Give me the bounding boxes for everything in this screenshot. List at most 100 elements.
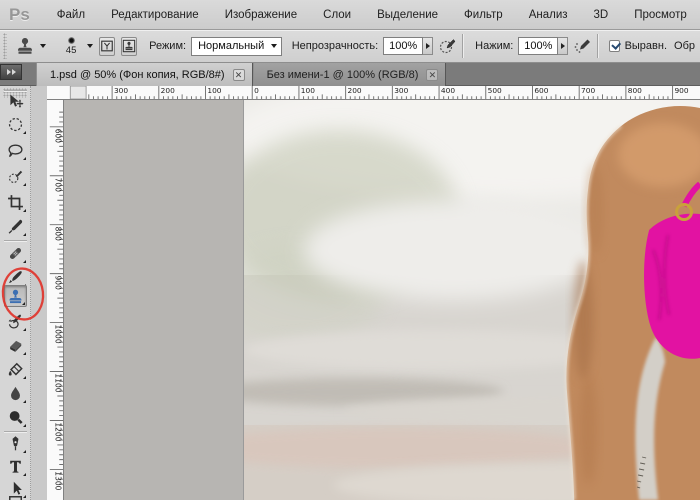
flyout-triangle-icon [23,424,26,427]
v-ruler-label: 1100 [53,373,62,392]
menu-item-3d[interactable]: 3D [581,3,622,27]
separator [597,34,599,58]
flow-input[interactable] [518,37,558,55]
collapse-panels-button[interactable] [0,64,22,80]
menu-item-view[interactable]: Просмотр [621,3,700,27]
menu-item-analysis[interactable]: Анализ [516,3,581,27]
brush-preset-picker[interactable]: 45 [60,37,93,56]
elliptical-marquee-tool[interactable] [4,113,27,135]
dodge-tool[interactable] [4,406,27,428]
tool-options-bar: 45 Режим: Нормальный Непрозрачность: [0,30,700,63]
h-ruler-label: 300 [114,86,128,95]
arrow-right-icon [426,43,430,49]
flyout-triangle-icon [23,376,26,379]
canvas-area[interactable] [64,100,700,500]
close-icon[interactable]: ✕ [233,69,245,81]
menu-item-layers[interactable]: Слои [310,3,364,27]
brush-icon [7,269,24,286]
menu-item-edit[interactable]: Редактирование [98,3,212,27]
history-brush-tool[interactable] [4,310,27,332]
vertical-ruler[interactable]: 6007008009001000110012001300 [47,100,64,500]
pen-icon [7,435,24,452]
lasso-tool[interactable] [4,139,27,161]
tablet-pressure-opacity-icon[interactable] [438,37,456,55]
flow-label: Нажим: [475,40,513,52]
h-ruler-label: 500 [488,86,502,95]
blur-icon [7,385,24,402]
lasso-icon [7,142,24,159]
pen-tool[interactable] [4,432,27,454]
brush-size-value: 45 [66,45,77,56]
tool-group-separator [4,431,27,432]
photoshop-window: { "menu": { "logo": "Ps", "items": ["Фай… [0,0,700,500]
crop-icon [7,194,24,211]
menu-item-image[interactable]: Изображение [212,3,310,27]
v-ruler-label: 900 [53,276,62,291]
rectangle-shape-tool[interactable] [4,491,27,500]
flyout-triangle-icon [23,352,26,355]
menu-item-file[interactable]: Файл [44,3,98,27]
double-arrow-right-icon [12,69,16,75]
chevron-down-icon [271,44,277,48]
v-ruler-label: 1000 [53,324,62,343]
opacity-input[interactable] [383,37,423,55]
quick-selection-tool[interactable] [4,165,27,187]
flyout-triangle-icon [23,400,26,403]
panel-gap [31,86,47,500]
tab-label: Без имени-1 @ 100% (RGB/8) [267,69,419,81]
eraser-tool[interactable] [4,334,27,356]
document-tab-2[interactable]: Без имени-1 @ 100% (RGB/8) ✕ [253,63,447,86]
crop-tool[interactable] [4,191,27,213]
tool-group-separator [4,90,27,91]
opacity-spinner[interactable] [423,37,433,55]
type-icon [7,458,24,475]
v-ruler-label: 1300 [53,471,62,490]
move-icon [7,93,24,110]
aligned-label: Выравн. [625,40,667,52]
mode-select[interactable]: Нормальный [191,37,282,56]
flyout-triangle-icon [23,183,26,186]
flyout-triangle-icon [22,302,25,305]
stamp-panel-icon [122,39,136,53]
tab-label: 1.psd @ 50% (Фон копия, RGB/8#) [50,69,225,81]
v-ruler-label: 800 [53,227,62,242]
chevron-down-icon [87,44,93,48]
menu-item-select[interactable]: Выделение [364,3,451,27]
blur-tool[interactable] [4,382,27,404]
h-ruler-label: 900 [674,86,688,95]
h-ruler-label: 0 [254,86,259,95]
toggle-brushes-panel-button[interactable] [121,37,137,56]
tool-group-separator [4,240,27,241]
ruler-corner [70,86,86,99]
type-tool[interactable] [4,455,27,477]
tool-preset-picker[interactable] [15,36,46,56]
options-grip[interactable] [3,33,7,59]
close-icon[interactable]: ✕ [426,69,438,81]
h-ruler-label: 300 [394,86,408,95]
dodge-icon [7,409,24,426]
flow-spinner[interactable] [558,37,568,55]
menu-item-filter[interactable]: Фильтр [451,3,516,27]
eyedropper-tool[interactable] [4,215,27,237]
arrow-right-icon [561,43,565,49]
eraser-icon [7,337,24,354]
aligned-checkbox[interactable] [609,40,619,52]
h-ruler-label: 800 [628,86,642,95]
mode-value: Нормальный [198,40,264,52]
clone-source-panel-icon [100,39,114,53]
spot-healing-brush-tool[interactable] [4,242,27,264]
brush-tip-icon: 45 [60,37,82,56]
mode-label: Режим: [149,40,186,52]
rectangle-shape-icon [7,494,24,500]
clone-stamp-tool[interactable] [4,285,27,307]
toggle-clone-source-panel-button[interactable] [99,37,115,56]
move-tool[interactable] [4,90,27,112]
beach-photo[interactable] [243,100,700,500]
h-ruler-label: 700 [581,86,595,95]
horizontal-ruler[interactable]: 3002001000100200300400500600700800900 [47,86,700,100]
document-tab-1[interactable]: 1.psd @ 50% (Фон копия, RGB/8#) ✕ [36,63,253,86]
airbrush-icon[interactable] [573,37,591,55]
sample-label: Обр [674,40,695,52]
paint-bucket-tool[interactable] [4,358,27,380]
flyout-triangle-icon [23,233,26,236]
